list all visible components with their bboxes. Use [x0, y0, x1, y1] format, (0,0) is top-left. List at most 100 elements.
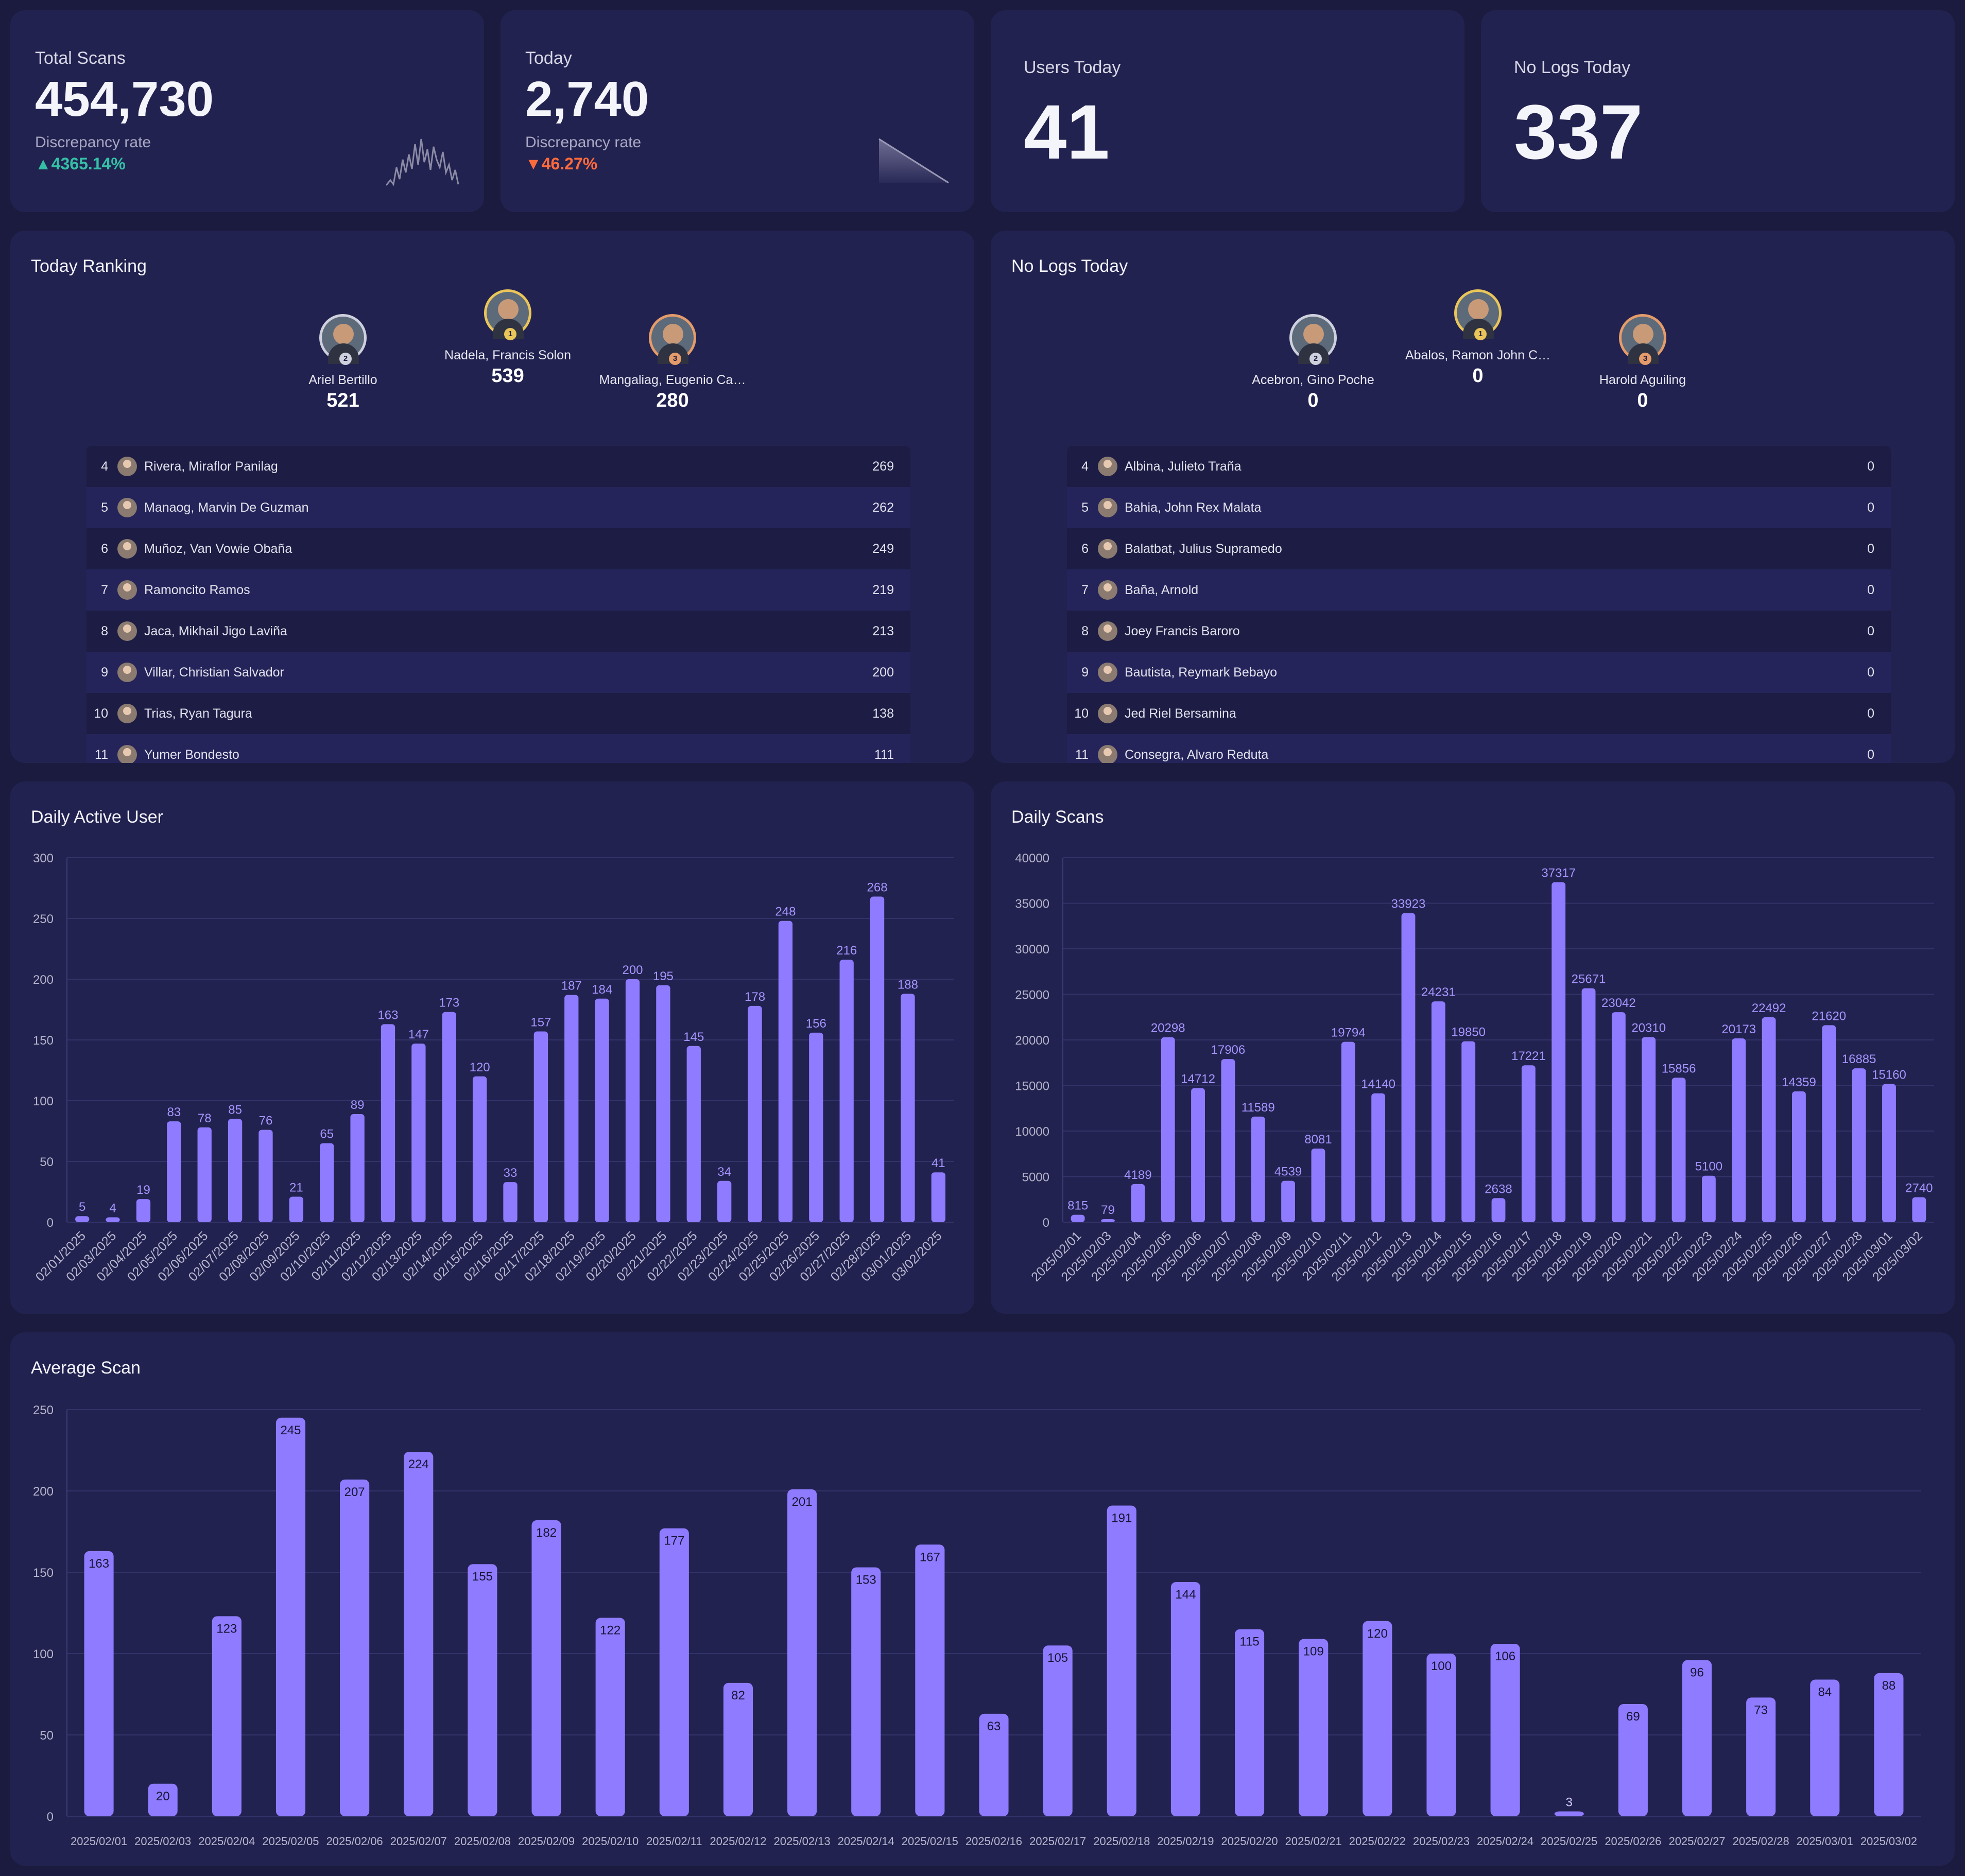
data-label: 15856	[1662, 1062, 1696, 1075]
data-label: 245	[280, 1423, 301, 1437]
rank-name: Ramoncito Ramos	[144, 582, 250, 597]
table-row[interactable]: 9 Bautista, Reymark Bebayo 0	[1067, 652, 1891, 693]
rank-number: 10	[94, 706, 108, 721]
data-label: 14712	[1181, 1072, 1215, 1086]
podium-third[interactable]: 3 Mangaliag, Eugenio Ca… 280	[585, 314, 760, 412]
bar	[1431, 1001, 1445, 1222]
gold-medal-icon: 1	[1474, 328, 1487, 340]
rank-number: 4	[101, 459, 108, 474]
rank-score: 0	[1867, 665, 1874, 680]
table-row[interactable]: 7 Ramoncito Ramos 219	[87, 569, 910, 611]
bar	[404, 1452, 434, 1816]
bar	[1426, 1654, 1456, 1816]
bar	[717, 1180, 732, 1222]
data-label: 157	[530, 1015, 551, 1029]
data-label: 173	[439, 996, 459, 1010]
data-label: 20310	[1631, 1021, 1666, 1035]
table-row[interactable]: 7 Baña, Arnold 0	[1067, 569, 1891, 611]
bar	[659, 1528, 689, 1816]
avatar	[117, 745, 137, 763]
no-logs-list: 4 Albina, Julieto Traña 0 5 Bahia, John Rex…	[1067, 446, 1891, 763]
data-label: 14140	[1361, 1078, 1395, 1091]
rank-name: Baña, Arnold	[1125, 582, 1199, 597]
x-tick-label: 2025/02/10	[582, 1835, 639, 1848]
bar	[1882, 1084, 1896, 1222]
avatar: 2	[319, 314, 367, 365]
rank-name: Joey Francis Baroro	[1125, 623, 1240, 638]
table-row[interactable]: 10 Jed Riel Bersamina 0	[1067, 693, 1891, 734]
y-tick-label: 30000	[1015, 943, 1049, 957]
podium-name: Harold Aguiling	[1599, 373, 1686, 387]
x-tick-label: 2025/02/21	[1285, 1835, 1342, 1848]
table-row[interactable]: 6 Balatbat, Julius Supramedo 0	[1067, 528, 1891, 569]
bar	[748, 1005, 762, 1222]
rank-score: 269	[872, 459, 894, 474]
bronze-medal-icon: 3	[1639, 353, 1651, 365]
rank-score: 0	[1867, 747, 1874, 762]
bar	[656, 985, 670, 1222]
data-label: 24231	[1421, 985, 1456, 999]
table-row[interactable]: 11 Yumer Bondesto 111	[87, 734, 910, 763]
bar	[851, 1567, 881, 1816]
table-row[interactable]: 5 Manaog, Marvin De Guzman 262	[87, 487, 910, 528]
bar	[1701, 1175, 1716, 1222]
avatar	[1098, 580, 1117, 600]
bar	[1461, 1041, 1476, 1222]
data-label: 19850	[1451, 1026, 1486, 1039]
table-row[interactable]: 4 Rivera, Miraflor Panilag 269	[87, 446, 910, 487]
y-tick-label: 150	[33, 1034, 54, 1048]
podium-second[interactable]: 2 Acebron, Gino Poche 0	[1226, 314, 1401, 412]
bar	[1554, 1811, 1584, 1816]
bar	[106, 1217, 120, 1222]
bar	[839, 960, 854, 1222]
table-row[interactable]: 8 Jaca, Mikhail Jigo Laviña 213	[87, 611, 910, 652]
bar	[901, 994, 915, 1222]
data-label: 20298	[1151, 1021, 1185, 1035]
data-label: 88	[1882, 1679, 1896, 1693]
podium-name: Nadela, Francis Solon	[444, 348, 571, 362]
data-label: 65	[320, 1127, 334, 1141]
rank-score: 0	[1867, 541, 1874, 556]
table-row[interactable]: 5 Bahia, John Rex Malata 0	[1067, 487, 1891, 528]
avatar	[117, 663, 137, 682]
data-label: 96	[1690, 1666, 1704, 1680]
table-row[interactable]: 9 Villar, Christian Salvador 200	[87, 652, 910, 693]
data-label: 19	[136, 1183, 150, 1197]
avatar	[117, 539, 137, 559]
rank-number: 5	[1081, 500, 1089, 515]
bar	[595, 1618, 625, 1816]
podium-first[interactable]: 1 Nadela, Francis Solon 539	[420, 289, 595, 387]
rank-name: Bahia, John Rex Malata	[1125, 500, 1262, 515]
data-label: 145	[683, 1030, 704, 1044]
x-tick-label: 2025/02/16	[966, 1835, 1022, 1848]
data-label: 17221	[1511, 1049, 1546, 1063]
podium-third[interactable]: 3 Harold Aguiling 0	[1555, 314, 1730, 412]
data-label: 4539	[1274, 1165, 1302, 1179]
no-logs-ranking-card: No Logs Today 2 Acebron, Gino Poche 0 1 …	[991, 231, 1955, 763]
today-value: 2,740	[525, 72, 649, 127]
x-tick-label: 2025/02/23	[1413, 1835, 1470, 1848]
bar	[1874, 1673, 1904, 1816]
table-row[interactable]: 11 Consegra, Alvaro Reduta 0	[1067, 734, 1891, 763]
data-label: 21620	[1812, 1009, 1846, 1023]
data-label: 89	[351, 1098, 365, 1112]
bar	[1490, 1644, 1520, 1816]
rank-name: Manaog, Marvin De Guzman	[144, 500, 309, 515]
daily-scans-chart: 0 5000 10000 15000 20000 25000 30000 35000 40000…	[1015, 852, 1934, 1284]
bar	[472, 1076, 487, 1222]
avatar	[1098, 457, 1117, 476]
bar	[1221, 1059, 1235, 1222]
bar	[809, 1032, 823, 1222]
table-row[interactable]: 4 Albina, Julieto Traña 0	[1067, 446, 1891, 487]
table-row[interactable]: 8 Joey Francis Baroro 0	[1067, 611, 1891, 652]
y-tick-label: 100	[33, 1647, 54, 1661]
bar	[320, 1143, 334, 1222]
data-label: 22492	[1752, 1001, 1786, 1015]
podium-second[interactable]: 2 Ariel Bertillo 521	[255, 314, 430, 412]
table-row[interactable]: 6 Muñoz, Van Vowie Obaña 249	[87, 528, 910, 569]
data-label: 188	[898, 978, 918, 992]
table-row[interactable]: 10 Trias, Ryan Tagura 138	[87, 693, 910, 734]
bar	[1191, 1088, 1205, 1222]
bar	[778, 920, 793, 1222]
podium-first[interactable]: 1 Abalos, Ramon John C… 0	[1390, 289, 1565, 387]
